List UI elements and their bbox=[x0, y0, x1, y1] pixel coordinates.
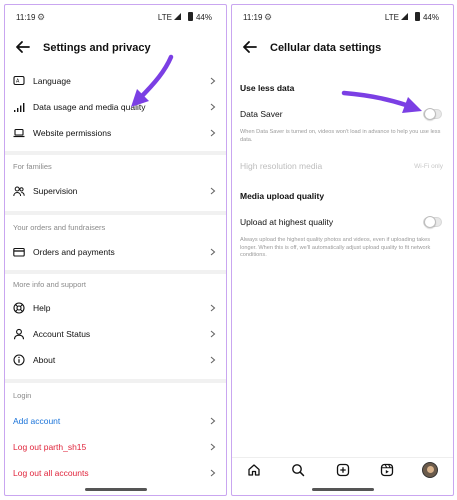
menu-item-orders-payments[interactable]: Orders and payments bbox=[5, 240, 226, 264]
menu-item-about[interactable]: About bbox=[5, 348, 226, 372]
menu-item-language[interactable]: A Language bbox=[5, 69, 226, 93]
page-title: Cellular data settings bbox=[270, 42, 382, 54]
chevron-right-icon bbox=[210, 417, 216, 425]
laptop-icon bbox=[13, 128, 25, 138]
menu-item-label: Orders and payments bbox=[33, 247, 115, 257]
status-bar: 11:19 ⚙ LTE 44% bbox=[5, 5, 226, 27]
signal-icon bbox=[401, 13, 408, 20]
upload-highest-quality-toggle[interactable] bbox=[423, 216, 442, 228]
menu-item-label: Help bbox=[33, 303, 51, 313]
battery-percent: 44% bbox=[195, 13, 212, 22]
menu-item-label: Account Status bbox=[33, 329, 91, 339]
chevron-right-icon bbox=[210, 356, 216, 364]
settings-status-icon: ⚙ bbox=[264, 12, 273, 22]
use-less-data-heading: Use less data bbox=[240, 83, 295, 93]
upload-quality-description: Always upload the highest quality photos… bbox=[240, 237, 431, 259]
page-header: Settings and privacy bbox=[5, 31, 226, 67]
chevron-right-icon bbox=[210, 248, 216, 256]
home-icon[interactable] bbox=[247, 463, 261, 477]
reels-icon[interactable] bbox=[380, 463, 394, 477]
back-arrow-icon[interactable] bbox=[240, 37, 260, 57]
signal-icon bbox=[174, 13, 181, 20]
lifebuoy-icon bbox=[13, 302, 25, 314]
chevron-right-icon bbox=[210, 77, 216, 85]
home-indicator bbox=[312, 488, 374, 491]
settings-status-icon: ⚙ bbox=[37, 12, 46, 22]
page-header: Cellular data settings bbox=[232, 31, 453, 67]
section-label-more-info: More info and support bbox=[13, 280, 86, 289]
network-type: LTE bbox=[384, 13, 399, 22]
avatar-face bbox=[427, 466, 434, 473]
cellular-data-settings-screen: 11:19 ⚙ LTE 44% Cellular data settings U… bbox=[231, 4, 454, 496]
card-icon bbox=[13, 247, 25, 257]
high-resolution-media-label[interactable]: High resolution media bbox=[240, 161, 322, 171]
menu-item-label: Website permissions bbox=[33, 128, 112, 138]
section-label-login: Login bbox=[13, 391, 32, 400]
log-out-user-link[interactable]: Log out parth_sh15 bbox=[5, 435, 226, 459]
menu-item-account-status[interactable]: Account Status bbox=[5, 322, 226, 346]
section-label-orders: Your orders and fundraisers bbox=[13, 223, 106, 232]
menu-item-label: Language bbox=[33, 76, 71, 86]
section-divider bbox=[5, 270, 226, 274]
signal-bars-icon bbox=[14, 103, 25, 112]
person-icon bbox=[13, 328, 25, 340]
section-divider bbox=[5, 151, 226, 155]
section-label-families: For families bbox=[13, 162, 52, 171]
menu-item-help[interactable]: Help bbox=[5, 296, 226, 320]
battery-percent: 44% bbox=[422, 13, 439, 22]
upload-highest-quality-label: Upload at highest quality bbox=[240, 217, 334, 227]
status-time: 11:19 bbox=[243, 13, 263, 22]
info-icon bbox=[13, 354, 25, 366]
chevron-right-icon bbox=[210, 103, 216, 111]
menu-item-data-usage[interactable]: Data usage and media quality bbox=[5, 95, 226, 119]
settings-privacy-screen: 11:19 ⚙ LTE 44% Settings and privacy A L… bbox=[4, 4, 227, 496]
menu-item-supervision[interactable]: Supervision bbox=[5, 179, 226, 203]
section-divider bbox=[5, 379, 226, 383]
chevron-right-icon bbox=[210, 129, 216, 137]
svg-text:A: A bbox=[16, 79, 20, 85]
log-out-user-label: Log out parth_sh15 bbox=[13, 442, 87, 452]
annotation-arrow-icon bbox=[341, 90, 422, 113]
annotation-arrow-icon bbox=[131, 54, 174, 107]
chevron-right-icon bbox=[210, 187, 216, 195]
status-bar: 11:19 ⚙ LTE 44% bbox=[232, 5, 453, 27]
add-account-link[interactable]: Add account bbox=[5, 409, 226, 433]
data-saver-description: When Data Saver is turned on, videos won… bbox=[240, 129, 441, 143]
chevron-right-icon bbox=[210, 469, 216, 477]
menu-item-label: Supervision bbox=[33, 186, 78, 196]
search-icon[interactable] bbox=[291, 463, 305, 477]
log-out-all-label: Log out all accounts bbox=[13, 468, 89, 478]
bottom-navigation bbox=[232, 457, 453, 481]
menu-item-website-permissions[interactable]: Website permissions bbox=[5, 121, 226, 145]
battery-icon bbox=[188, 12, 193, 21]
language-icon: A bbox=[13, 75, 25, 86]
add-account-label: Add account bbox=[13, 416, 61, 426]
back-arrow-icon[interactable] bbox=[13, 37, 33, 57]
menu-item-label: About bbox=[33, 355, 56, 365]
chevron-right-icon bbox=[210, 443, 216, 451]
log-out-all-link[interactable]: Log out all accounts bbox=[5, 461, 226, 485]
network-type: LTE bbox=[157, 13, 172, 22]
data-saver-label: Data Saver bbox=[240, 109, 283, 119]
section-divider bbox=[5, 211, 226, 215]
toggle-knob bbox=[424, 216, 436, 228]
home-indicator bbox=[85, 488, 147, 491]
create-icon[interactable] bbox=[336, 463, 350, 477]
chevron-right-icon bbox=[210, 330, 216, 338]
chevron-right-icon bbox=[210, 304, 216, 312]
media-upload-heading: Media upload quality bbox=[240, 191, 325, 201]
people-icon bbox=[13, 186, 25, 197]
high-resolution-media-value: Wi-Fi only bbox=[414, 163, 443, 170]
profile-avatar[interactable] bbox=[422, 462, 438, 478]
battery-icon bbox=[415, 12, 420, 21]
status-time: 11:19 bbox=[16, 13, 36, 22]
